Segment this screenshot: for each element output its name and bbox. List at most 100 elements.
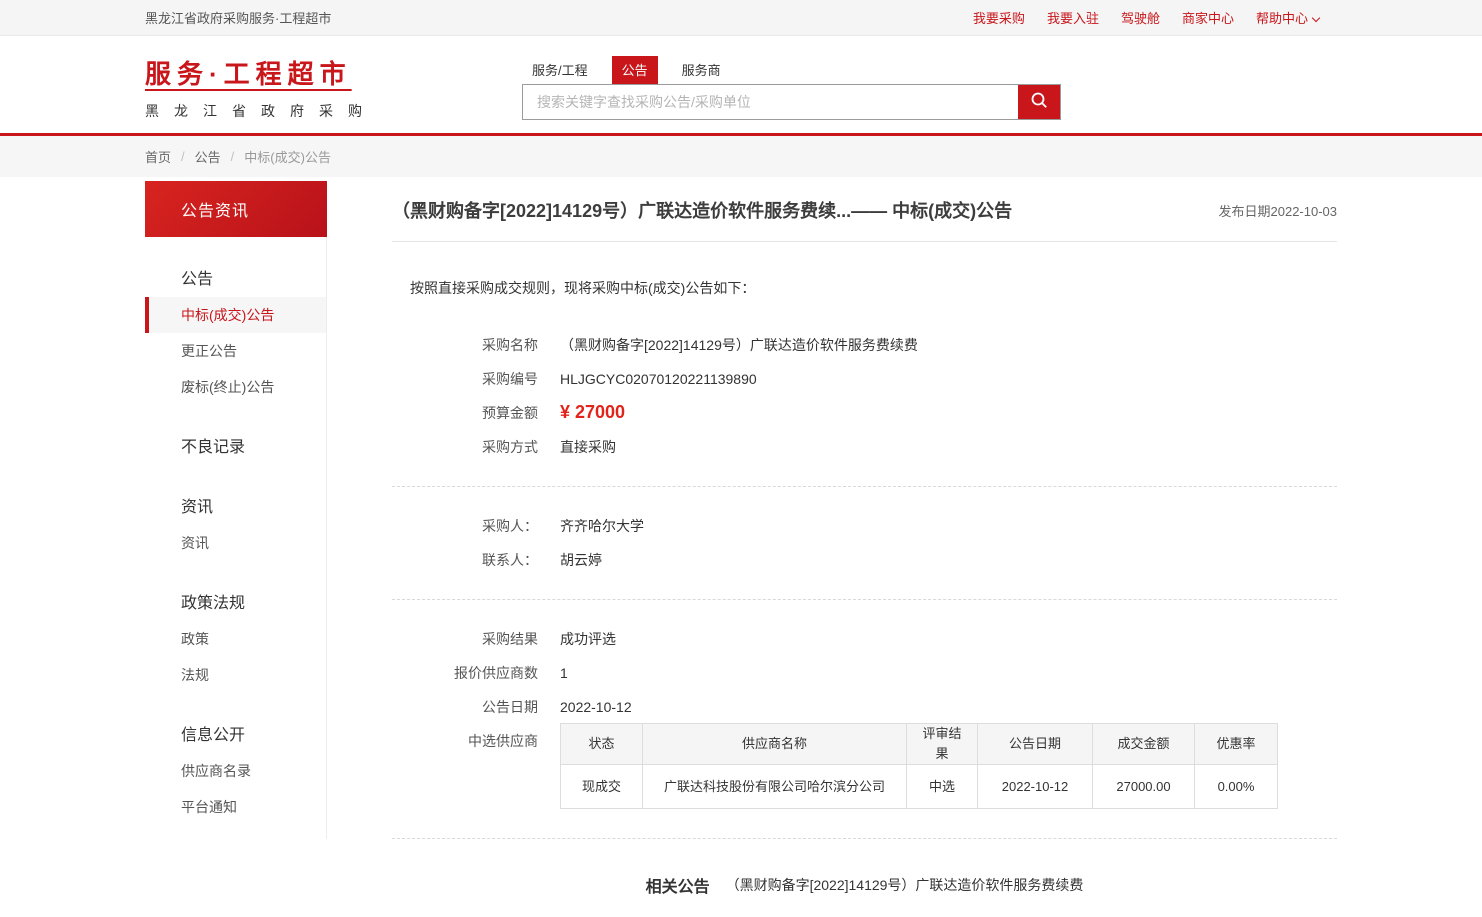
field-procurement-method: 采购方式 直接采购 xyxy=(392,430,1337,464)
table-row: 现成交 广联达科技股份有限公司哈尔滨分公司 中选 2022-10-12 2700… xyxy=(561,765,1278,809)
header: 服务·工程超市 黑龙江省政府采购 服务/工程 公告 服务商 xyxy=(0,36,1482,133)
content: 公告资讯 公告 中标(成交)公告 更正公告 废标(终止)公告 不良记录 资讯 资… xyxy=(145,177,1337,917)
cell-status: 现成交 xyxy=(561,765,643,809)
logo-title: 服务·工程超市 xyxy=(145,54,385,91)
field-label: 采购人： xyxy=(392,516,538,536)
column-header-announcement-date: 公告日期 xyxy=(978,724,1093,765)
field-value: 齐齐哈尔大学 xyxy=(560,516,644,536)
sidebar-item-supplier-directory[interactable]: 供应商名录 xyxy=(145,753,326,789)
sidebar-menu: 公告 中标(成交)公告 更正公告 废标(终止)公告 不良记录 资讯 资讯 政策法… xyxy=(145,237,327,839)
field-value: 成功评选 xyxy=(560,629,616,649)
sidebar-group-news: 资讯 资讯 xyxy=(145,465,326,561)
field-label: 联系人： xyxy=(392,550,538,570)
tab-services-projects[interactable]: 服务/工程 xyxy=(522,56,598,84)
field-contact-person: 联系人： 胡云婷 xyxy=(392,543,1337,577)
field-label: 采购结果 xyxy=(392,629,538,649)
field-label: 采购编号 xyxy=(392,369,538,389)
sidebar-header-announcements[interactable]: 公告 xyxy=(145,257,326,297)
sidebar-item-award-announcement[interactable]: 中标(成交)公告 xyxy=(145,297,326,333)
sidebar-header-bad-records[interactable]: 不良记录 xyxy=(145,425,326,465)
sidebar-item-policy[interactable]: 政策 xyxy=(145,621,326,657)
column-header-deal-amount: 成交金额 xyxy=(1093,724,1195,765)
site-title: 黑龙江省政府采购服务·工程超市 xyxy=(145,8,331,27)
breadcrumb-separator: / xyxy=(181,149,185,164)
field-label: 采购名称 xyxy=(392,335,538,355)
sidebar-header-disclosure[interactable]: 信息公开 xyxy=(145,713,326,753)
sidebar-item-platform-notice[interactable]: 平台通知 xyxy=(145,789,326,825)
dashed-divider xyxy=(392,599,1337,600)
breadcrumb-announcements[interactable]: 公告 xyxy=(195,147,221,166)
field-label: 报价供应商数 xyxy=(392,663,538,683)
help-center-label: 帮助中心 xyxy=(1256,11,1308,26)
dashed-divider xyxy=(392,838,1337,839)
field-bidder-count: 报价供应商数 1 xyxy=(392,656,1337,690)
field-procurement-result: 采购结果 成功评选 xyxy=(392,622,1337,656)
tab-announcements[interactable]: 公告 xyxy=(612,56,658,84)
field-selected-supplier: 中选供应商 状态 供应商名称 评审结果 公告日期 成交金额 优惠率 现成交 xyxy=(392,724,1337,816)
search-tabs: 服务/工程 公告 服务商 xyxy=(522,56,1061,84)
sidebar-item-correction-announcement[interactable]: 更正公告 xyxy=(145,333,326,369)
main-panel: （黑财购备字[2022]14129号）广联达造价软件服务费续...—— 中标(成… xyxy=(327,181,1337,917)
column-header-supplier-name: 供应商名称 xyxy=(643,724,907,765)
topbar-link-purchase[interactable]: 我要采购 xyxy=(973,8,1025,27)
sidebar-group-policies: 政策法规 政策 法规 xyxy=(145,561,326,693)
sidebar-item-cancellation-announcement[interactable]: 废标(终止)公告 xyxy=(145,369,326,405)
sidebar: 公告资讯 公告 中标(成交)公告 更正公告 废标(终止)公告 不良记录 资讯 资… xyxy=(145,181,327,917)
search-button[interactable] xyxy=(1018,85,1060,119)
intro-text: 按照直接采购成交规则，现将采购中标(成交)公告如下： xyxy=(410,278,1337,298)
topbar-link-merchant-center[interactable]: 商家中心 xyxy=(1182,8,1234,27)
field-label: 公告日期 xyxy=(392,697,538,717)
sidebar-group-bad-records: 不良记录 xyxy=(145,405,326,465)
cell-discount-rate: 0.00% xyxy=(1195,765,1278,809)
sidebar-header-policies[interactable]: 政策法规 xyxy=(145,581,326,621)
sidebar-group-announcements: 公告 中标(成交)公告 更正公告 废标(终止)公告 xyxy=(145,237,326,405)
site-logo: 服务·工程超市 黑龙江省政府采购 xyxy=(145,54,385,121)
field-announcement-date: 公告日期 2022-10-12 xyxy=(392,690,1337,724)
budget-amount-value: ¥ 27000 xyxy=(560,403,625,421)
tab-service-providers[interactable]: 服务商 xyxy=(672,56,731,84)
logo-subtitle: 黑龙江省政府采购 xyxy=(145,101,385,121)
sidebar-item-news[interactable]: 资讯 xyxy=(145,525,326,561)
related-heading: 相关公告 xyxy=(646,873,710,897)
top-bar: 黑龙江省政府采购服务·工程超市 我要采购 我要入驻 驾驶舱 商家中心 帮助中心 xyxy=(0,0,1482,36)
chevron-down-icon xyxy=(1312,14,1320,22)
field-label: 预算金额 xyxy=(392,403,538,423)
column-header-review-result: 评审结果 xyxy=(907,724,978,765)
selected-supplier-label: 中选供应商 xyxy=(392,731,538,751)
breadcrumb: 首页 / 公告 / 中标(成交)公告 xyxy=(145,136,1337,177)
breadcrumb-bar: 首页 / 公告 / 中标(成交)公告 xyxy=(0,136,1482,177)
topbar-link-cockpit[interactable]: 驾驶舱 xyxy=(1121,8,1160,27)
column-header-discount-rate: 优惠率 xyxy=(1195,724,1278,765)
field-value: 2022-10-12 xyxy=(560,697,632,717)
search-icon xyxy=(1030,91,1048,112)
breadcrumb-separator: / xyxy=(231,149,235,164)
field-budget-amount: 预算金额 ¥ 27000 xyxy=(392,396,1337,430)
sidebar-group-disclosure: 信息公开 供应商名录 平台通知 xyxy=(145,693,326,825)
sidebar-header-news[interactable]: 资讯 xyxy=(145,485,326,525)
supplier-table: 状态 供应商名称 评审结果 公告日期 成交金额 优惠率 现成交 广联达科技股份有… xyxy=(560,723,1278,809)
field-procurement-number: 采购编号 HLJGCYC02070120221139890 xyxy=(392,362,1337,396)
topbar-links: 我要采购 我要入驻 驾驶舱 商家中心 帮助中心 xyxy=(973,8,1337,27)
search-area: 服务/工程 公告 服务商 xyxy=(522,56,1061,120)
topbar-link-join[interactable]: 我要入驻 xyxy=(1047,8,1099,27)
field-value: HLJGCYC02070120221139890 xyxy=(560,369,757,389)
sidebar-title: 公告资讯 xyxy=(145,181,327,237)
page-title: （黑财购备字[2022]14129号）广联达造价软件服务费续...—— 中标(成… xyxy=(392,197,1012,223)
related-announcement-link[interactable]: （黑财购备字[2022]14129号）广联达造价软件服务费续费 xyxy=(726,875,1084,895)
search-box xyxy=(522,84,1061,120)
column-header-status: 状态 xyxy=(561,724,643,765)
supplier-table-header-row: 状态 供应商名称 评审结果 公告日期 成交金额 优惠率 xyxy=(561,724,1278,765)
breadcrumb-current: 中标(成交)公告 xyxy=(244,147,331,166)
field-value: 1 xyxy=(560,663,568,683)
search-input[interactable] xyxy=(523,85,1018,119)
cell-deal-amount: 27000.00 xyxy=(1093,765,1195,809)
cell-supplier-name: 广联达科技股份有限公司哈尔滨分公司 xyxy=(643,765,907,809)
topbar-link-help-center[interactable]: 帮助中心 xyxy=(1256,8,1319,27)
cell-announcement-date: 2022-10-12 xyxy=(978,765,1093,809)
field-value: （黑财购备字[2022]14129号）广联达造价软件服务费续费 xyxy=(560,335,918,355)
field-procurement-name: 采购名称 （黑财购备字[2022]14129号）广联达造价软件服务费续费 xyxy=(392,328,1337,362)
field-value: 直接采购 xyxy=(560,437,616,457)
breadcrumb-home[interactable]: 首页 xyxy=(145,147,171,166)
sidebar-item-regulation[interactable]: 法规 xyxy=(145,657,326,693)
field-purchaser: 采购人： 齐齐哈尔大学 xyxy=(392,509,1337,543)
